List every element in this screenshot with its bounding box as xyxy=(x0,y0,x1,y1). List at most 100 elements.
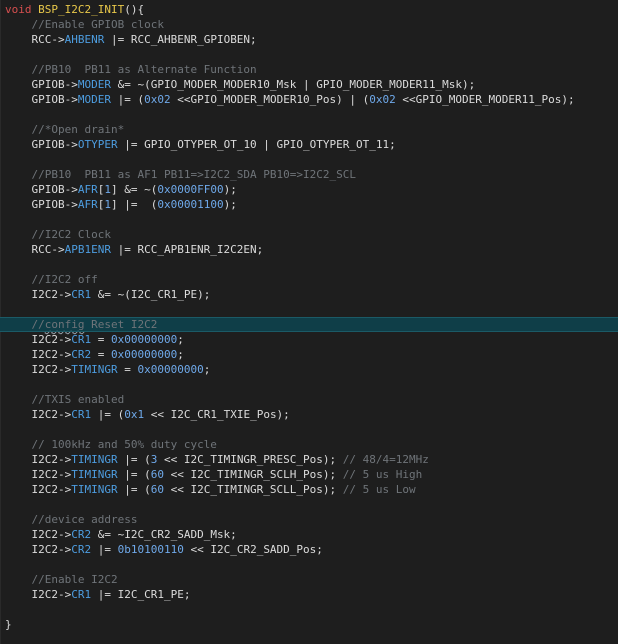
code-line[interactable]: GPIOB->AFR[1] |= (0x00001100); xyxy=(0,197,618,212)
code-text: |= I2C_CR1_PE; xyxy=(91,588,191,601)
comment-token: //PB10 PB11 as AF1 PB11=>I2C2_SDA PB10=>… xyxy=(31,168,357,181)
code-line[interactable]: // 100kHz and 50% duty cycle xyxy=(0,437,618,452)
number-token: 0x0000FF00 xyxy=(157,183,224,196)
number-token: 0x00000000 xyxy=(137,363,204,376)
code-editor[interactable]: void BSP_I2C2_INIT(){ //Enable GPIOB clo… xyxy=(0,0,618,644)
code-line[interactable]: I2C2->TIMINGR |= (60 << I2C_TIMINGR_SCLL… xyxy=(0,482,618,497)
comment-token: // 48/4=12MHz xyxy=(342,453,429,466)
code-text: I2C2-> xyxy=(5,453,72,466)
code-text: (){ xyxy=(124,3,145,16)
number-token: 1 xyxy=(104,198,111,211)
code-line[interactable]: I2C2->TIMINGR |= (3 << I2C_TIMINGR_PRESC… xyxy=(0,452,618,467)
code-text: << I2C_TIMINGR_PRESC_Pos); xyxy=(157,453,343,466)
code-line[interactable]: I2C2->CR1 |= I2C_CR1_PE; xyxy=(0,587,618,602)
code-line[interactable]: } xyxy=(0,617,618,632)
code-text: &= ~I2C_CR2_SADD_Msk; xyxy=(91,528,237,541)
member-token: APB1ENR xyxy=(64,243,111,256)
code-line[interactable]: //PB10 PB11 as Alternate Function xyxy=(0,62,618,77)
code-text: &= ~(GPIO_MODER_MODER10_Msk | GPIO_MODER… xyxy=(110,78,476,91)
code-line[interactable]: GPIOB->MODER &= ~(GPIO_MODER_MODER10_Msk… xyxy=(0,77,618,92)
code-line[interactable]: RCC->AHBENR |= RCC_AHBENR_GPIOBEN; xyxy=(0,32,618,47)
code-line[interactable]: void BSP_I2C2_INIT(){ xyxy=(0,2,618,17)
code-text: ] &= ~( xyxy=(110,183,158,196)
code-text: RCC-> xyxy=(5,243,65,256)
code-line[interactable]: I2C2->CR1 &= ~(I2C_CR1_PE); xyxy=(0,287,618,302)
comment-token: Reset I2C2 xyxy=(84,318,158,331)
member-token: MODER xyxy=(77,93,111,106)
code-line[interactable] xyxy=(0,377,618,392)
code-line[interactable]: I2C2->CR1 |= (0x1 << I2C_CR1_TXIE_Pos); xyxy=(0,407,618,422)
code-text: GPIOB-> xyxy=(5,138,78,151)
code-text: |= ( xyxy=(110,93,145,106)
code-line[interactable] xyxy=(0,257,618,272)
code-line[interactable] xyxy=(0,107,618,122)
code-text: GPIOB-> xyxy=(5,93,78,106)
comment-token: //Enable I2C2 xyxy=(31,573,118,586)
code-line[interactable]: //PB10 PB11 as AF1 PB11=>I2C2_SDA PB10=>… xyxy=(0,167,618,182)
member-token: CR1 xyxy=(71,288,92,301)
code-line[interactable] xyxy=(0,422,618,437)
code-text: |= ( xyxy=(117,483,151,496)
code-text: GPIOB-> xyxy=(5,78,78,91)
code-text: ); xyxy=(223,183,237,196)
code-text: |= xyxy=(91,543,118,556)
code-line[interactable]: GPIOB->MODER |= ( 0x02 <<GPIO_MODER_MODER… xyxy=(0,92,618,107)
code-line[interactable]: I2C2->CR2 = 0x00000000; xyxy=(0,347,618,362)
code-text: ; xyxy=(177,333,184,346)
code-line[interactable]: I2C2->CR1 = 0x00000000; xyxy=(0,332,618,347)
misspelled-word-token: config xyxy=(44,318,85,331)
code-line[interactable] xyxy=(0,497,618,512)
member-token: TIMINGR xyxy=(71,453,118,466)
code-line[interactable]: I2C2->CR2 |= 0b10100110 << I2C_CR2_SADD_… xyxy=(0,542,618,557)
code-line[interactable] xyxy=(0,302,618,317)
code-text: } xyxy=(5,618,12,631)
code-text: ] |= ( xyxy=(110,198,158,211)
code-text: I2C2-> xyxy=(5,483,72,496)
code-line[interactable]: //Enable GPIOB clock xyxy=(0,17,618,32)
code-line[interactable]: //I2C2 Clock xyxy=(0,227,618,242)
member-token: AHBENR xyxy=(64,33,105,46)
code-line[interactable] xyxy=(0,47,618,62)
member-token: CR2 xyxy=(71,543,92,556)
code-line[interactable]: I2C2->CR2 &= ~I2C_CR2_SADD_Msk; xyxy=(0,527,618,542)
code-text: I2C2-> xyxy=(5,528,72,541)
code-line[interactable]: //TXIS enabled xyxy=(0,392,618,407)
function-name-token: BSP_I2C2_INIT xyxy=(38,3,125,16)
code-line[interactable]: RCC->APB1ENR |= RCC_APB1ENR_I2C2EN; xyxy=(0,242,618,257)
number-token: 60 xyxy=(150,483,164,496)
number-token: 0x00000000 xyxy=(110,333,178,346)
code-line[interactable]: GPIOB->OTYPER |= GPIO_OTYPER_OT_10 | GPI… xyxy=(0,137,618,152)
code-text: |= ( xyxy=(117,468,151,481)
code-text: ); xyxy=(223,198,237,211)
code-line[interactable]: //*Open drain* xyxy=(0,122,618,137)
code-line[interactable]: I2C2->TIMINGR |= (60 << I2C_TIMINGR_SCLH… xyxy=(0,467,618,482)
member-token: AFR xyxy=(77,183,98,196)
code-line[interactable] xyxy=(0,152,618,167)
number-token: 0x02 xyxy=(369,93,396,106)
code-line[interactable]: //I2C2 off xyxy=(0,272,618,287)
comment-token: //PB10 PB11 as Alternate Function xyxy=(31,63,257,76)
code-text: = xyxy=(117,363,138,376)
code-line[interactable]: GPIOB->AFR[1] &= ~(0x0000FF00); xyxy=(0,182,618,197)
code-line[interactable] xyxy=(0,557,618,572)
code-text: I2C2-> xyxy=(5,468,72,481)
code-line[interactable] xyxy=(0,212,618,227)
code-line-current[interactable]: //config Reset I2C2 xyxy=(0,317,618,332)
code-line[interactable] xyxy=(0,602,618,617)
code-line[interactable]: //Enable I2C2 xyxy=(0,572,618,587)
code-text: RCC-> xyxy=(5,33,65,46)
code-text: = xyxy=(91,348,111,361)
number-token: 0x00001100 xyxy=(157,198,224,211)
code-text: I2C2-> xyxy=(5,588,72,601)
code-line[interactable]: I2C2->TIMINGR = 0x00000000; xyxy=(0,362,618,377)
code-line[interactable]: //device address xyxy=(0,512,618,527)
code-text: <<GPIO_MODER_MODER11_Pos); xyxy=(395,93,575,106)
comment-token: // 100kHz and 50% duty cycle xyxy=(31,438,217,451)
